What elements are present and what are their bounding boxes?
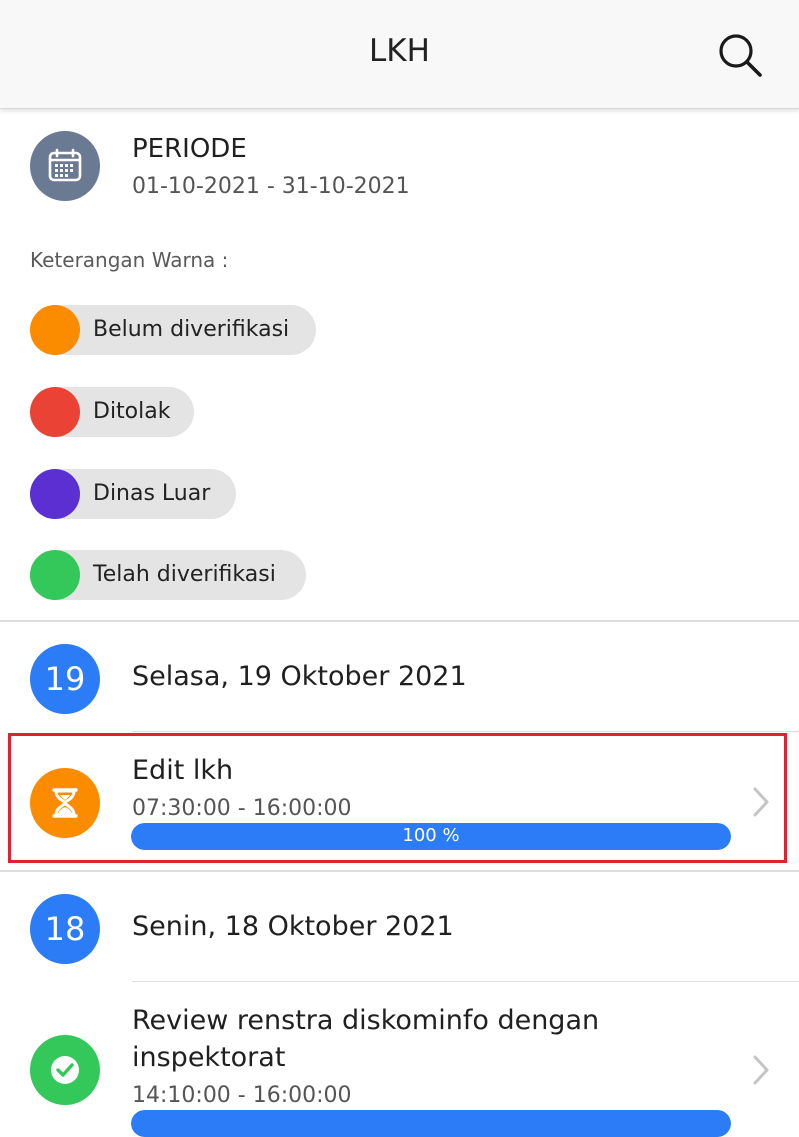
calendar-icon bbox=[48, 148, 82, 182]
legend-chip-ditolak: Ditolak bbox=[30, 387, 194, 437]
item-divider bbox=[132, 981, 799, 982]
app-header: LKH bbox=[0, 0, 799, 109]
periode-range: 01-10-2021 - 31-10-2021 bbox=[132, 174, 410, 199]
legend-dot bbox=[30, 550, 80, 600]
legend-chip-belum-diverifikasi: Belum diverifikasi bbox=[30, 305, 316, 355]
entry-title-line2: inspektorat bbox=[132, 1042, 286, 1073]
date-label: Selasa, 19 Oktober 2021 bbox=[132, 661, 467, 692]
legend-label: Keterangan Warna : bbox=[30, 248, 229, 272]
legend-chip-label: Ditolak bbox=[93, 399, 171, 424]
lkh-entry[interactable]: Edit lkh 07:30:00 - 16:00:00 100 % bbox=[0, 733, 799, 865]
page-title: LKH bbox=[369, 33, 430, 69]
item-divider bbox=[132, 731, 799, 732]
calendar-avatar bbox=[30, 131, 100, 201]
progress-fill bbox=[131, 1110, 731, 1137]
hourglass-icon bbox=[52, 788, 78, 818]
legend-chip-label: Belum diverifikasi bbox=[93, 317, 290, 342]
chevron-right-icon bbox=[753, 787, 769, 817]
legend-chip-telah-diverifikasi: Telah diverifikasi bbox=[30, 550, 306, 600]
legend-chip-label: Dinas Luar bbox=[93, 481, 211, 506]
legend-dot bbox=[30, 305, 80, 355]
entry-time: 14:10:00 - 16:00:00 bbox=[132, 1083, 352, 1108]
status-avatar bbox=[30, 1035, 100, 1105]
entry-title: Edit lkh bbox=[132, 755, 234, 786]
section-divider bbox=[0, 870, 799, 872]
periode-title: PERIODE bbox=[132, 134, 247, 164]
check-icon bbox=[51, 1056, 79, 1084]
date-circle: 18 bbox=[30, 894, 100, 964]
progress-bar bbox=[131, 1110, 731, 1137]
progress-text: 100 % bbox=[402, 825, 460, 846]
legend-dot bbox=[30, 387, 80, 437]
progress-bar: 100 % bbox=[131, 823, 731, 850]
search-icon bbox=[719, 34, 762, 77]
lkh-entry[interactable]: Review renstra diskominfo dengan inspekt… bbox=[0, 983, 799, 1137]
entry-time: 07:30:00 - 16:00:00 bbox=[132, 796, 352, 821]
date-circle: 19 bbox=[30, 644, 100, 714]
legend-chip-dinas-luar: Dinas Luar bbox=[30, 469, 236, 519]
date-label: Senin, 18 Oktober 2021 bbox=[132, 911, 454, 942]
chevron-right-icon bbox=[753, 1055, 769, 1085]
section-divider bbox=[0, 620, 799, 622]
legend-chip-label: Telah diverifikasi bbox=[93, 562, 276, 587]
entry-title-line1: Review renstra diskominfo dengan bbox=[132, 1005, 600, 1036]
status-avatar bbox=[30, 768, 100, 838]
legend-dot bbox=[30, 469, 80, 519]
search-button[interactable] bbox=[714, 30, 766, 82]
